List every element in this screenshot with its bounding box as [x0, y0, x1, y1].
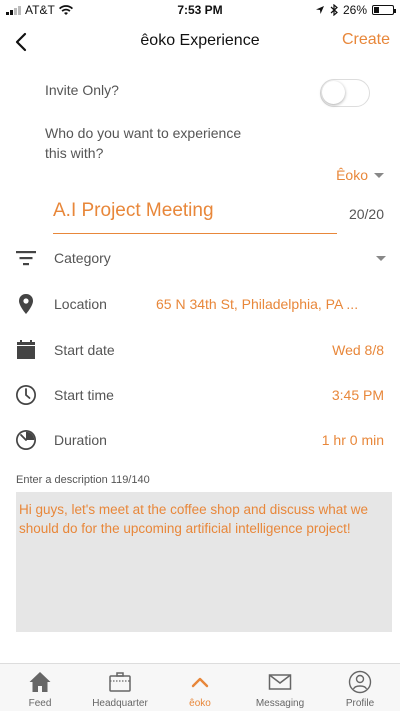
briefcase-icon	[109, 672, 131, 692]
category-dropdown-arrow-icon	[376, 256, 386, 261]
battery-percent: 26%	[342, 3, 367, 17]
duration-row[interactable]: Duration 1 hr 0 min	[0, 425, 400, 455]
dropdown-arrow-icon	[374, 172, 384, 178]
tab-feed-label: Feed	[28, 698, 52, 709]
start-date-label: Start date	[54, 342, 115, 358]
tab-messaging[interactable]: Messaging	[240, 664, 320, 711]
tab-headquarter[interactable]: Headquarter	[80, 664, 160, 711]
user-icon	[348, 670, 372, 694]
tab-profile[interactable]: Profile	[320, 664, 400, 711]
start-date-row[interactable]: Start date Wed 8/8	[0, 335, 400, 365]
start-date-value: Wed 8/8	[332, 342, 384, 358]
event-name-char-count: 20/20	[348, 206, 384, 222]
page-title: êoko Experience	[140, 32, 260, 49]
event-name-input[interactable]: A.I Project Meeting	[53, 200, 214, 222]
tab-messaging-label: Messaging	[255, 698, 305, 709]
category-row[interactable]: Category	[0, 243, 400, 273]
chevron-up-icon	[191, 677, 209, 688]
tab-bar: Feed Headquarter êoko Messaging Profile	[0, 663, 400, 711]
audience-dropdown[interactable]: Êoko	[336, 167, 384, 183]
home-icon	[29, 672, 51, 692]
location-arrow-icon	[315, 6, 324, 14]
description-label: Enter a description 119/140	[16, 474, 150, 486]
audience-prompt: Who do you want to experience this with?	[45, 125, 242, 161]
tab-profile-label: Profile	[345, 698, 375, 709]
invite-only-label: Invite Only?	[45, 82, 119, 98]
envelope-icon	[268, 674, 292, 690]
location-value: 65 N 34th St, Philadelphia, PA ...	[156, 296, 359, 312]
location-row[interactable]: Location 65 N 34th St, Philadelphia, PA …	[0, 289, 400, 319]
start-time-value: 3:45 PM	[331, 387, 384, 403]
navigation-bar: êoko Experience Create	[0, 20, 400, 64]
audience-value: Êoko	[336, 167, 368, 183]
timer-icon	[16, 430, 36, 450]
status-bar: AT&T 7:53 PM 26%	[0, 0, 400, 20]
duration-value: 1 hr 0 min	[321, 432, 384, 448]
bluetooth-icon	[330, 4, 338, 16]
event-name-underline	[53, 233, 337, 234]
tab-eoko-label: êoko	[189, 698, 211, 709]
description-textarea[interactable]: Hi guys, let's meet at the coffee shop a…	[16, 492, 392, 632]
start-time-row[interactable]: Start time 3:45 PM	[0, 380, 400, 410]
toggle-knob	[322, 81, 345, 104]
map-pin-icon	[19, 294, 33, 314]
tab-feed[interactable]: Feed	[0, 664, 80, 711]
invite-only-toggle[interactable]	[320, 79, 370, 107]
battery-icon	[372, 5, 396, 15]
clock-icon	[16, 385, 36, 405]
tab-headquarter-label: Headquarter	[92, 698, 148, 709]
filter-icon	[16, 251, 36, 266]
tab-eoko[interactable]: êoko	[160, 664, 240, 711]
category-label: Category	[54, 250, 111, 266]
start-time-label: Start time	[54, 387, 114, 403]
location-label: Location	[54, 296, 107, 312]
create-button[interactable]: Create	[342, 31, 390, 49]
duration-label: Duration	[54, 432, 107, 448]
calendar-icon	[17, 340, 35, 359]
